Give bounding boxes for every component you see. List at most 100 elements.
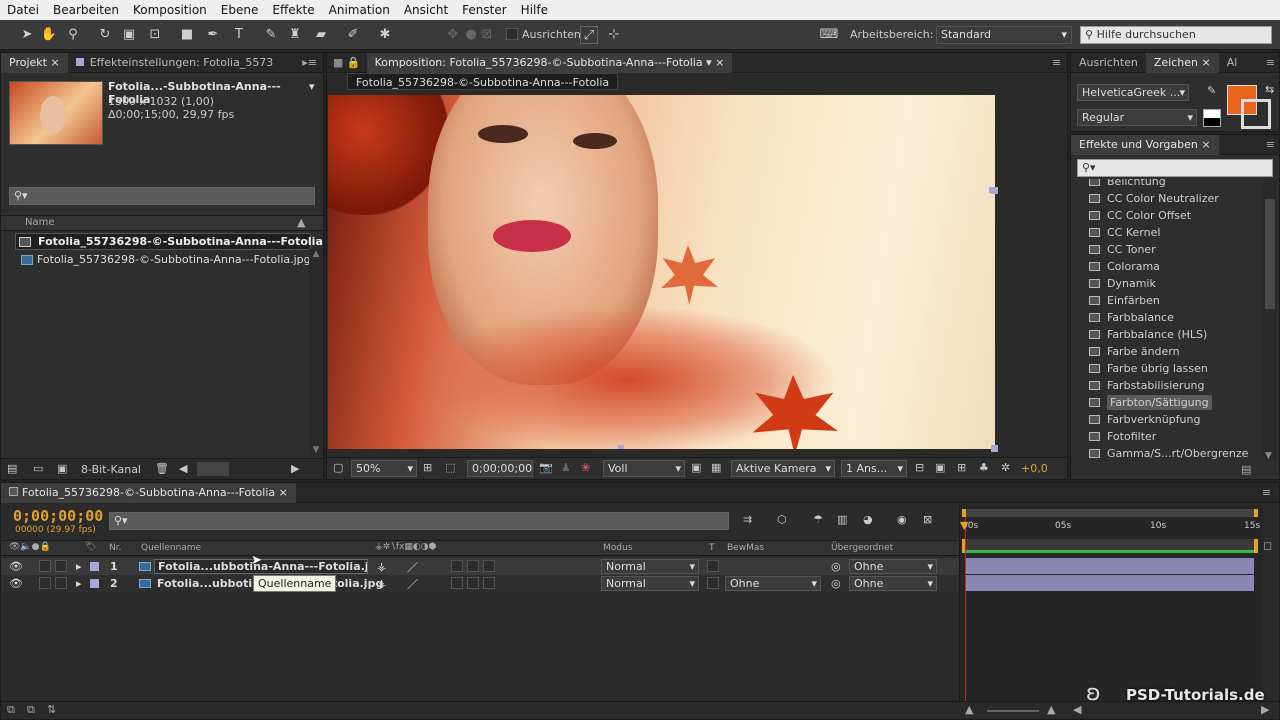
shy-switch-icon[interactable]: ⚶ [377, 577, 386, 590]
solo-toggle[interactable] [39, 560, 51, 572]
toggle-switches-icon[interactable]: ⧉ [7, 703, 15, 717]
view-layout-select[interactable]: 1 Ans... ▾ [841, 460, 907, 477]
effect-item[interactable]: Farbe ändern [1071, 343, 1261, 360]
col-t[interactable]: T [709, 543, 715, 553]
time-navigator[interactable] [962, 509, 1258, 517]
parent-select[interactable]: Ohne ▾ [849, 559, 937, 574]
expand-arrow-icon[interactable]: ▸ [76, 560, 82, 573]
always-preview-icon[interactable]: ▢ [333, 461, 343, 474]
visibility-eye-icon[interactable]: 👁 [9, 577, 23, 590]
effect-item[interactable]: Farbe übrig lassen [1071, 360, 1261, 377]
camera-tool-icon[interactable]: ▣ [120, 26, 138, 44]
bit-depth-button[interactable]: 8-Bit-Kanal [81, 463, 141, 476]
mask-outline-icon[interactable]: ⬚ [445, 461, 455, 474]
color-swatches-icon[interactable] [1203, 109, 1221, 127]
toggle-in-out-icon[interactable]: ⇅ [47, 703, 56, 716]
parent-select[interactable]: Ohne ▾ [849, 576, 937, 591]
solo-toggle[interactable] [39, 577, 51, 589]
brainstorm-icon[interactable]: ⊠ [923, 513, 932, 526]
menu-ansicht[interactable]: Ansicht [397, 3, 455, 17]
menu-hilfe[interactable]: Hilfe [514, 3, 555, 17]
type-tool-icon[interactable]: T [230, 26, 248, 44]
tab-project[interactable]: Projekt × [1, 52, 68, 73]
tab-effects-presets[interactable]: Effekte und Vorgaben × [1071, 134, 1219, 155]
transparency-grid-icon[interactable]: ▦ [711, 461, 721, 474]
effect-item[interactable]: Belichtung [1071, 179, 1261, 190]
scroll-left-icon[interactable]: ◀ [179, 462, 187, 475]
effect-item-selected[interactable]: Farbton/Sättigung [1071, 394, 1261, 411]
quality-switch-icon[interactable]: ／ [407, 559, 418, 575]
panel-menu-icon[interactable]: ▸≡ [302, 56, 323, 69]
eraser-tool-icon[interactable]: ▰ [312, 26, 330, 44]
layer-bar-1[interactable] [966, 558, 1254, 574]
col-bewmas[interactable]: BewMas [727, 543, 764, 553]
clone-stamp-tool-icon[interactable]: ♜ [286, 26, 304, 44]
layer-bar-2[interactable] [966, 575, 1254, 591]
snapshot-icon[interactable]: 📷 [539, 461, 553, 474]
workspace-icon[interactable]: ⌨ [818, 26, 840, 44]
puppet-tool-icon[interactable]: ✱ [376, 26, 394, 44]
stroke-color-swatch[interactable] [1241, 99, 1271, 129]
effect-item[interactable]: Colorama [1071, 258, 1261, 275]
project-search-input[interactable]: ⚲▾ [9, 187, 315, 205]
menu-datei[interactable]: Datei [0, 3, 46, 17]
playhead-marker-icon[interactable]: ▼ [960, 519, 968, 532]
effect-item[interactable]: Dynamik [1071, 275, 1261, 292]
effects-scroll-thumb[interactable] [1265, 199, 1275, 309]
tab-timeline[interactable]: Fotolia_55736298-©-Subbotina-Anna---Foto… [1, 482, 296, 503]
comp-mini-flowchart-icon[interactable]: ⇉ [743, 513, 752, 526]
trash-icon[interactable]: 🗑 [155, 462, 169, 475]
effects-search-input[interactable]: ⚲▾ [1077, 159, 1273, 177]
switch-box[interactable] [483, 560, 495, 572]
ausrichten-checkbox[interactable] [506, 28, 518, 40]
camera-select[interactable]: Aktive Kamera ▾ [731, 460, 835, 477]
panel-menu-icon[interactable]: ≡ [1262, 486, 1279, 499]
panel-menu-icon[interactable]: ≡ [1266, 56, 1279, 69]
effect-item[interactable]: CC Kernel [1071, 224, 1261, 241]
timeline-icon[interactable]: ⊞ [957, 461, 966, 474]
feather-icon[interactable]: ⊹ [605, 26, 623, 44]
new-preset-icon[interactable]: ▤ [1241, 463, 1251, 476]
scroll-down-icon[interactable]: ▼ [1265, 451, 1272, 461]
switch-box[interactable] [467, 560, 479, 572]
composition-viewer[interactable] [328, 95, 995, 449]
zoom-out-icon[interactable]: ▲ [965, 703, 973, 716]
region-of-interest-icon[interactable]: ▣ [691, 461, 701, 474]
rectangle-tool-icon[interactable]: ■ [178, 26, 196, 44]
preserve-transparency-toggle[interactable] [707, 577, 719, 589]
toggle-pixel-aspect-icon[interactable]: ⊟ [915, 461, 924, 474]
new-folder-icon[interactable]: ▭ [33, 462, 43, 475]
hand-tool-icon[interactable]: ✋ [40, 26, 58, 44]
help-search-input[interactable]: ⚲ Hilfe durchsuchen [1080, 26, 1272, 44]
axis-view-icon[interactable]: ⊠ [478, 26, 496, 44]
effect-item[interactable]: Fotofilter [1071, 428, 1261, 445]
layer-handle-corner[interactable] [991, 445, 998, 452]
pan-behind-tool-icon[interactable]: ⊡ [146, 26, 164, 44]
chevron-down-icon[interactable]: ▾ [309, 80, 315, 93]
close-icon[interactable]: × [50, 56, 59, 69]
zoom-slider[interactable] [987, 710, 1039, 712]
pickwhip-icon[interactable]: ◎ [831, 560, 841, 573]
scroll-right-icon[interactable]: ▶ [1261, 703, 1269, 716]
expand-arrow-icon[interactable]: ▸ [76, 577, 82, 590]
preserve-transparency-toggle[interactable] [707, 560, 719, 572]
switch-box[interactable] [451, 577, 463, 589]
graph-editor-icon[interactable]: ◉ [897, 513, 907, 526]
playhead-line[interactable] [965, 517, 966, 701]
pickwhip-icon[interactable]: ◎ [831, 577, 841, 590]
list-item[interactable]: Fotolia_55736298-©-Subbotina-Anna---Foto… [15, 233, 323, 250]
axis-local-icon[interactable]: ✥ [444, 26, 462, 44]
current-time-display[interactable]: 0;00;00;00 [467, 460, 533, 477]
tab-zeichen[interactable]: Zeichen × [1145, 52, 1219, 73]
lock-icon[interactable]: ■ 🔒 [333, 56, 361, 69]
chevron-down-icon[interactable]: ▾ [706, 56, 712, 69]
interpret-footage-icon[interactable]: ▤ [7, 462, 17, 475]
effect-item[interactable]: CC Color Offset [1071, 207, 1261, 224]
close-icon[interactable]: × [1201, 138, 1210, 151]
table-row[interactable]: 👁 ▸ 1 Fotolia...ubbotina-Anna---Fotolia.… [1, 558, 959, 575]
tab-effect-settings[interactable]: Effekteinstellungen: Fotolia_5573 [68, 53, 283, 73]
shy-switch-icon[interactable]: ⚶ [377, 560, 386, 573]
resolution-select[interactable]: Voll ▾ [603, 460, 685, 477]
switch-box[interactable] [483, 577, 495, 589]
font-style-select[interactable]: Regular ▾ [1077, 109, 1197, 126]
